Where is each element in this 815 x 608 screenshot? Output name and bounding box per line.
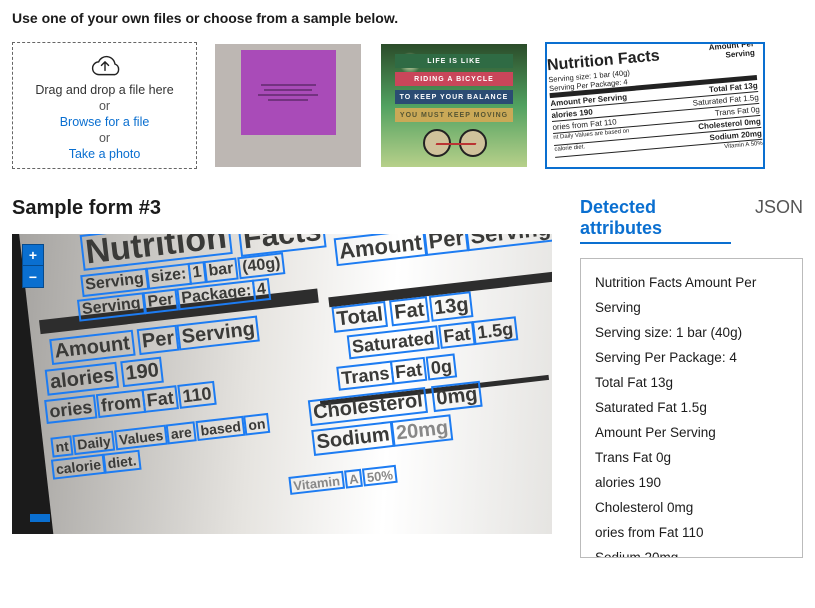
ocr-box: Fat: [389, 296, 430, 326]
ocr-box: 0g: [426, 353, 458, 380]
detected-attribute-item: Serving Per Package: 4: [595, 346, 788, 371]
image-viewer: + − Nutrition Facts Serving size: 1 bar …: [12, 234, 552, 534]
strip-text-2: RIDING A BICYCLE: [395, 72, 513, 86]
ocr-box: Per: [137, 325, 180, 355]
minimap-indicator[interactable]: [30, 514, 50, 522]
ocr-box: Fat: [390, 357, 427, 385]
ocr-box: Trans: [336, 361, 394, 391]
file-dropzone[interactable]: Drag and drop a file here or Browse for …: [12, 42, 197, 169]
sample-row: Drag and drop a file here or Browse for …: [12, 42, 803, 169]
detected-attribute-item: Total Fat 13g: [595, 371, 788, 396]
ocr-box: Serving: [176, 316, 260, 351]
ocr-box: nt: [50, 435, 73, 457]
take-photo-link[interactable]: Take a photo: [69, 147, 141, 161]
ocr-box: Vitamin: [288, 471, 344, 495]
detected-attribute-item: Cholesterol 0mg: [595, 496, 788, 521]
zoom-out-button[interactable]: −: [22, 266, 44, 288]
ocr-box: Per: [423, 234, 469, 256]
cloud-upload-icon: [88, 51, 122, 77]
ocr-box: alories: [45, 362, 120, 396]
ocr-box: (40g): [237, 252, 285, 279]
sample-thumb-2[interactable]: LIFE IS LIKE RIDING A BICYCLE TO KEEP YO…: [379, 42, 529, 169]
or-text-1: or: [99, 99, 110, 113]
detected-attribute-item: ories from Fat 110: [595, 521, 788, 546]
detected-attribute-item: Amount Per Serving: [595, 421, 788, 446]
ocr-box: Saturated: [347, 325, 440, 359]
browse-file-link[interactable]: Browse for a file: [60, 115, 150, 129]
ocr-box: from: [96, 389, 146, 418]
zoom-controls: + −: [22, 244, 44, 288]
ocr-box: on: [243, 413, 270, 436]
ocr-box: 13g: [429, 291, 474, 322]
detected-attribute-item: Serving size: 1 bar (40g): [595, 321, 788, 346]
ocr-box: Serving: [465, 234, 552, 251]
ocr-box: 1.5g: [472, 316, 518, 345]
result-tabs: Detected attributes JSON: [580, 197, 803, 244]
ocr-box: 0mg: [431, 381, 483, 412]
tab-json[interactable]: JSON: [755, 197, 803, 221]
ocr-box: Per: [143, 289, 179, 315]
tab-detected-attributes[interactable]: Detected attributes: [580, 197, 731, 244]
ocr-box: 190: [120, 357, 164, 388]
document-image: Nutrition Facts Serving size: 1 bar (40g…: [18, 234, 552, 534]
detected-attribute-item: Trans Fat 0g: [595, 446, 788, 471]
zoom-in-button[interactable]: +: [22, 244, 44, 266]
ocr-box: Total: [331, 301, 388, 333]
thumb3-right-hdr: Amount Per Serving: [684, 42, 755, 63]
ocr-box: bar: [203, 258, 238, 284]
ocr-box: 110: [177, 381, 217, 409]
or-text-2: or: [99, 131, 110, 145]
sample-thumb-1[interactable]: [213, 42, 363, 169]
detected-attribute-item: alories 190: [595, 471, 788, 496]
strip-text-3: TO KEEP YOUR BALANCE: [395, 90, 513, 104]
ocr-box: 4: [252, 278, 271, 302]
ocr-box: Daily: [72, 431, 115, 456]
ocr-box: are: [166, 421, 197, 444]
ocr-box: ories: [44, 394, 97, 424]
selected-sample-title: Sample form #3: [12, 197, 552, 220]
detected-attribute-item: Nutrition Facts Amount Per Serving: [595, 271, 788, 321]
ocr-box: diet.: [103, 450, 142, 474]
drag-drop-label: Drag and drop a file here: [35, 83, 173, 97]
strip-text-4: YOU MUST KEEP MOVING: [395, 108, 513, 122]
ocr-box: calorie: [51, 454, 106, 480]
ocr-box: Values: [114, 425, 168, 451]
ocr-box: based: [195, 416, 245, 441]
detected-attributes-list: Nutrition Facts Amount Per ServingServin…: [580, 258, 803, 558]
strip-text-1: LIFE IS LIKE: [395, 54, 513, 68]
detected-attribute-item: Sodium 20mg: [595, 546, 788, 558]
instruction-text: Use one of your own files or choose from…: [12, 10, 803, 26]
ocr-box: Fat: [141, 385, 178, 413]
ocr-box: 50%: [362, 465, 398, 487]
ocr-box: Amount: [49, 330, 135, 365]
ocr-box: Sodium: [311, 421, 395, 456]
sample-thumb-3[interactable]: Nutrition Facts Serving size: 1 bar (40g…: [545, 42, 765, 169]
ocr-box: size:: [146, 263, 192, 290]
ocr-box: A: [344, 469, 363, 489]
ocr-box: Amount: [334, 234, 428, 266]
detected-attribute-item: Saturated Fat 1.5g: [595, 396, 788, 421]
ocr-box: Fat: [438, 321, 475, 349]
ocr-box: 20mg: [391, 414, 454, 447]
